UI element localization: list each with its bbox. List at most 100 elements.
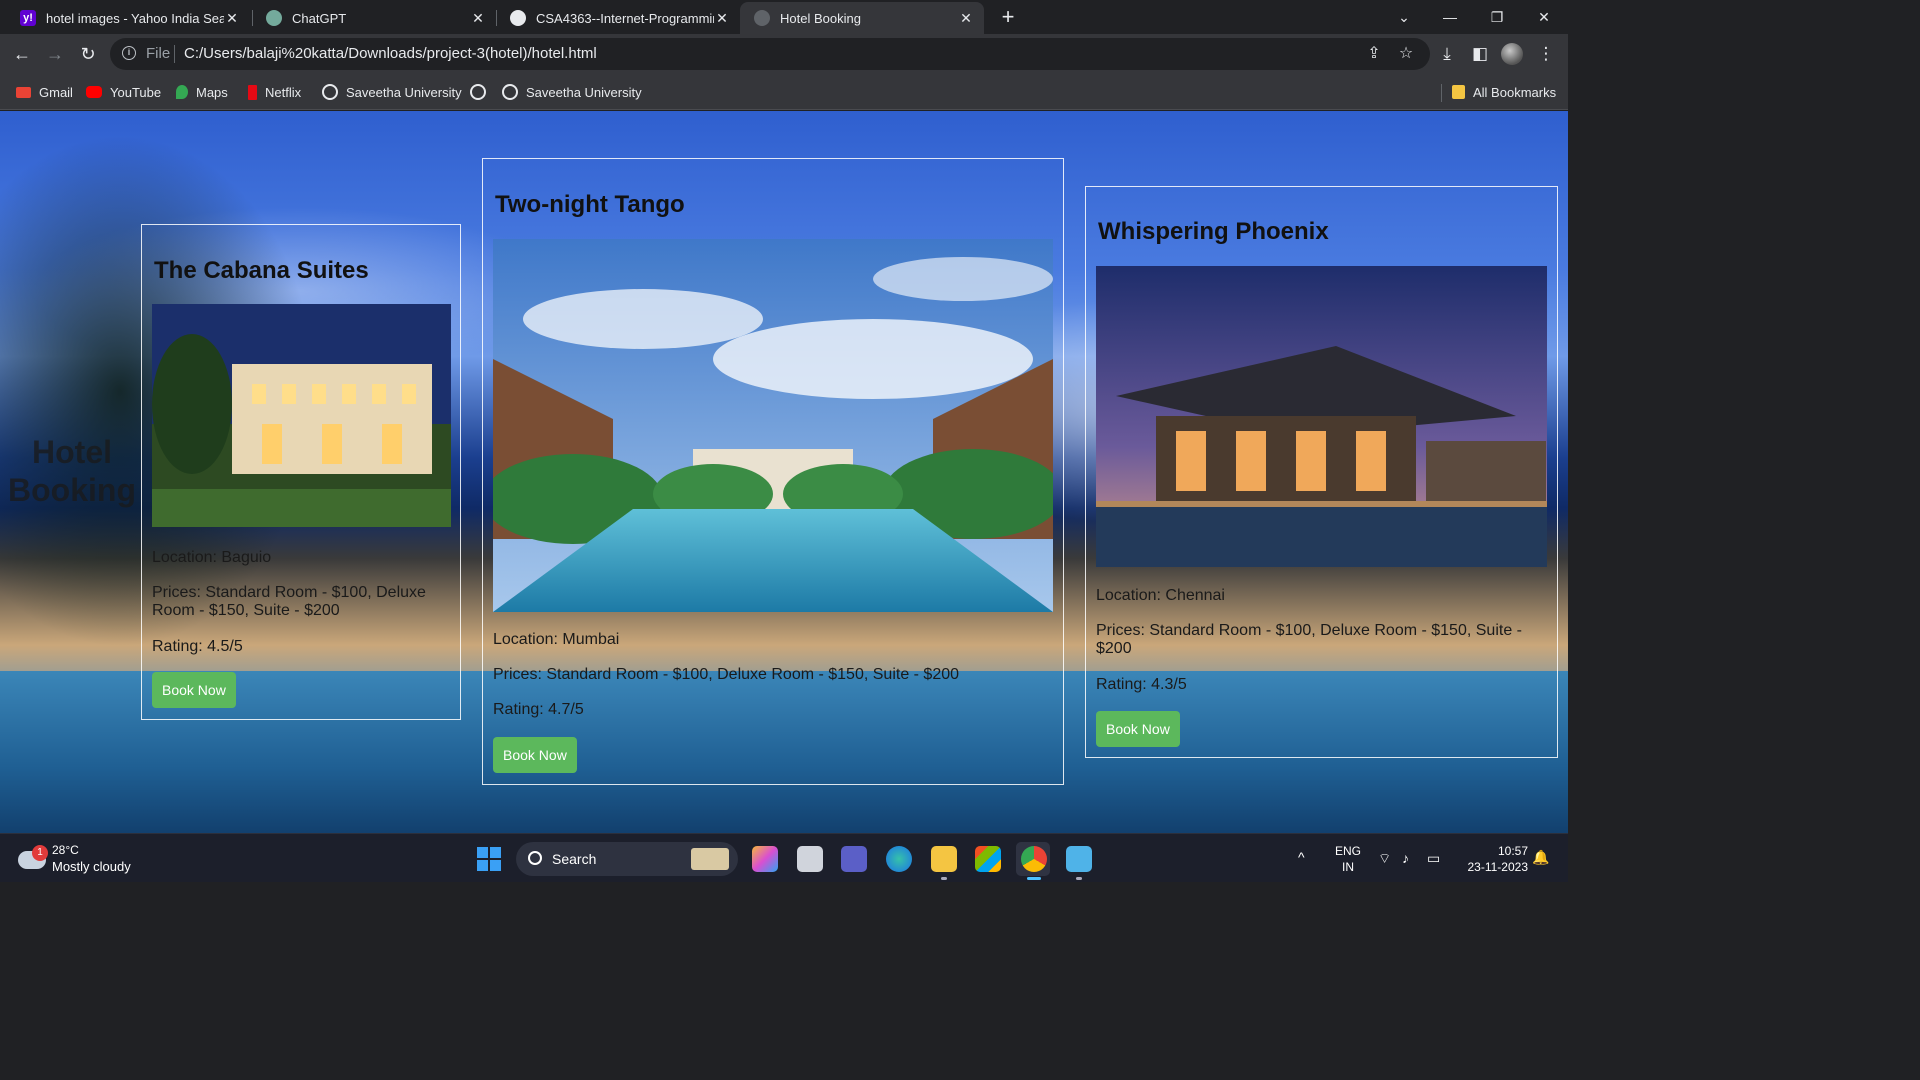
tab-chatgpt[interactable]: ChatGPT ✕ xyxy=(252,2,496,34)
bookmark-label: Gmail xyxy=(39,84,73,100)
battery-icon[interactable]: ▭ xyxy=(1427,850,1440,866)
gmail-icon xyxy=(16,86,31,98)
file-explorer-icon[interactable] xyxy=(931,846,957,872)
taskbar-search[interactable]: Search xyxy=(516,842,738,876)
hotel-name: The Cabana Suites xyxy=(154,257,369,284)
reload-icon[interactable]: ↻ xyxy=(76,42,100,66)
book-now-button[interactable]: Book Now xyxy=(152,672,236,708)
hotel-location: Location: Chennai xyxy=(1096,587,1225,604)
profile-avatar[interactable] xyxy=(1501,43,1523,65)
bookmark-maps[interactable]: Maps xyxy=(176,83,228,101)
bookmark-label: Saveetha University xyxy=(526,84,642,100)
search-highlight-icon xyxy=(691,848,729,870)
book-now-button[interactable]: Book Now xyxy=(493,737,577,773)
hotel-rating: Rating: 4.3/5 xyxy=(1096,676,1187,693)
tab-title: ChatGPT xyxy=(292,10,347,26)
copilot-icon[interactable] xyxy=(752,846,778,872)
scheme-label: File xyxy=(146,45,171,62)
bookmarks-bar: Gmail YouTube Maps Netflix Saveetha Univ… xyxy=(0,74,1568,110)
notification-badge: 1 xyxy=(32,845,48,861)
bookmark-saveetha-2[interactable]: Saveetha University xyxy=(502,83,642,101)
close-icon[interactable]: ✕ xyxy=(958,10,974,27)
teams-icon[interactable] xyxy=(841,846,867,872)
hotel-card: Two-night Tango Location: Mumbai Prices:… xyxy=(482,158,1064,785)
yahoo-icon: y! xyxy=(20,10,36,26)
clock-time: 10:57 xyxy=(1497,844,1528,858)
back-arrow-icon[interactable]: ← xyxy=(10,42,34,66)
tab-title: CSA4363--Internet-Programming xyxy=(536,10,714,26)
bookmark-label: Maps xyxy=(196,84,228,100)
running-indicator xyxy=(941,877,947,880)
all-bookmarks[interactable]: All Bookmarks xyxy=(1452,83,1556,101)
notepad-icon[interactable] xyxy=(1066,846,1092,872)
weather-widget[interactable]: 1 28°C Mostly cloudy xyxy=(18,841,148,877)
browser-toolbar: ← → ↻ i File C:/Users/balaji%20katta/Dow… xyxy=(0,34,1568,74)
notification-bell-icon[interactable]: 🔔 xyxy=(1532,849,1549,865)
hotel-prices: Prices: Standard Room - $100, Deluxe Roo… xyxy=(493,666,960,683)
running-indicator xyxy=(1027,877,1041,880)
bookmark-youtube[interactable]: YouTube xyxy=(86,83,161,101)
hotel-name: Whispering Phoenix xyxy=(1098,218,1329,245)
minimize-icon[interactable]: — xyxy=(1427,0,1473,34)
volume-icon[interactable]: ♪ xyxy=(1402,850,1409,866)
download-icon[interactable]: ⤓ xyxy=(1435,42,1459,66)
window-close-icon[interactable]: ✕ xyxy=(1521,0,1567,34)
globe-icon xyxy=(322,84,338,100)
task-view-icon[interactable] xyxy=(797,846,823,872)
address-bar[interactable]: i File C:/Users/balaji%20katta/Downloads… xyxy=(110,38,1430,70)
info-icon[interactable]: i xyxy=(122,46,136,60)
hotel-location: Location: Baguio xyxy=(152,549,272,566)
weather-condition: Mostly cloudy xyxy=(52,859,131,874)
tab-github[interactable]: CSA4363--Internet-Programming ✕ xyxy=(496,2,740,34)
microsoft-store-icon[interactable] xyxy=(975,846,1001,872)
hotel-prices: Prices: Standard Room - $100, Deluxe Roo… xyxy=(1096,622,1522,657)
new-tab-button[interactable]: + xyxy=(996,4,1020,30)
tab-hotel-booking[interactable]: Hotel Booking ✕ xyxy=(740,2,984,34)
url-text[interactable]: C:/Users/balaji%20katta/Downloads/projec… xyxy=(184,45,597,62)
hotel-card: Whispering Phoenix Location: Chennai Pri… xyxy=(1085,186,1558,758)
share-icon[interactable]: ⇪ xyxy=(1364,44,1384,64)
side-panel-icon[interactable]: ◧ xyxy=(1468,42,1492,66)
bookmark-globe[interactable] xyxy=(470,83,494,101)
youtube-icon xyxy=(86,86,102,98)
hotel-photo xyxy=(152,304,451,527)
globe-icon xyxy=(754,10,770,26)
hotel-name: Two-night Tango xyxy=(495,191,685,218)
clock[interactable]: 10:57 23-11-2023 xyxy=(1456,843,1529,875)
wifi-icon[interactable]: ⌔ xyxy=(1378,850,1391,866)
menu-kebab-icon[interactable]: ⋮ xyxy=(1534,42,1558,66)
weather-temp: 28°C xyxy=(52,843,79,857)
bookmark-label: YouTube xyxy=(110,84,162,100)
close-icon[interactable]: ✕ xyxy=(714,10,730,27)
edge-icon[interactable] xyxy=(886,846,912,872)
clock-date: 23-11-2023 xyxy=(1467,860,1529,874)
bookmark-saveetha-1[interactable]: Saveetha University xyxy=(322,83,462,101)
taskbar: 1 28°C Mostly cloudy Search ^ ENG IN ⌔ ♪… xyxy=(0,833,1568,882)
page-title: Hotel Booking xyxy=(8,434,136,508)
chrome-icon[interactable] xyxy=(1021,846,1047,872)
lang-bottom: IN xyxy=(1342,860,1354,874)
tab-title: Hotel Booking xyxy=(780,10,861,26)
bookmark-label: Saveetha University xyxy=(346,84,462,100)
tab-yahoo[interactable]: y! hotel images - Yahoo India Search ✕ xyxy=(6,2,250,34)
forward-arrow-icon[interactable]: → xyxy=(43,42,67,66)
folder-icon xyxy=(1452,85,1465,99)
bookmark-star-icon[interactable]: ☆ xyxy=(1396,44,1416,64)
restore-icon[interactable]: ❐ xyxy=(1474,0,1520,34)
windows-start-icon[interactable] xyxy=(477,847,501,871)
bookmark-gmail[interactable]: Gmail xyxy=(16,83,73,101)
maps-icon xyxy=(176,85,188,99)
close-icon[interactable]: ✕ xyxy=(224,10,240,27)
lang-top: ENG xyxy=(1334,844,1361,858)
chevron-up-icon[interactable]: ^ xyxy=(1298,849,1305,865)
close-icon[interactable]: ✕ xyxy=(470,10,486,27)
hotel-rating: Rating: 4.7/5 xyxy=(493,701,584,718)
bookmark-netflix[interactable]: Netflix xyxy=(248,83,301,101)
language-indicator[interactable]: ENG IN xyxy=(1330,843,1366,875)
hotel-location: Location: Mumbai xyxy=(493,631,620,648)
book-now-button[interactable]: Book Now xyxy=(1096,711,1180,747)
bookmark-label: Netflix xyxy=(265,84,302,100)
tab-bar: y! hotel images - Yahoo India Search ✕ C… xyxy=(0,0,1568,34)
github-icon xyxy=(510,10,526,26)
tab-search-chevron-icon[interactable]: ⌄ xyxy=(1381,0,1427,34)
